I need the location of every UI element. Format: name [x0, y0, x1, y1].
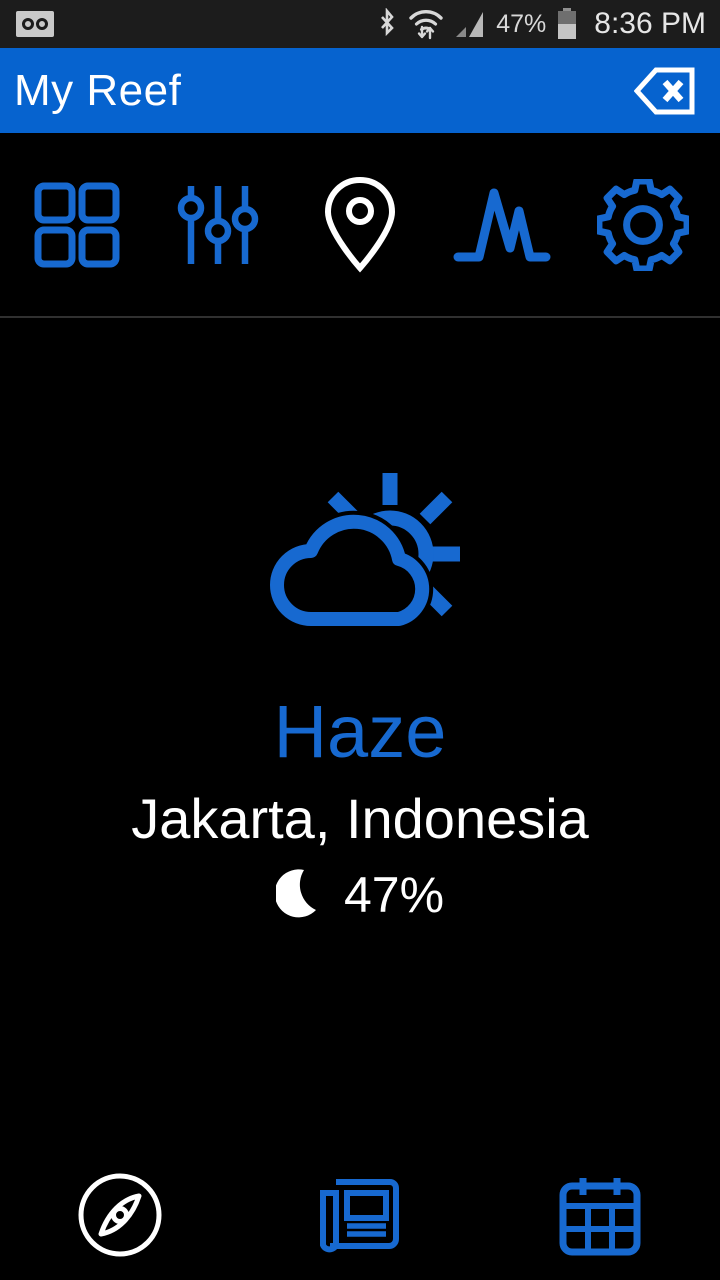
weather-location: Jakarta, Indonesia	[131, 787, 589, 850]
battery-icon	[558, 8, 577, 39]
app-bar: My Reef	[0, 48, 720, 133]
bottom-item-news[interactable]	[240, 1150, 480, 1280]
compass-icon	[78, 1173, 162, 1257]
section-toolbar	[0, 133, 720, 318]
weather-condition: Haze	[273, 690, 447, 773]
gear-icon	[597, 178, 690, 271]
bottom-item-explore[interactable]	[0, 1150, 240, 1280]
cellular-signal-icon	[456, 12, 484, 37]
map-pin-icon	[324, 176, 395, 273]
status-bar-right: 47% 8:36 PM	[376, 7, 706, 41]
weather-icon-container	[230, 458, 490, 643]
weather-panel: Haze Jakarta, Indonesia 47%	[0, 318, 720, 1150]
bluetooth-icon	[381, 8, 395, 37]
humidity-value: 47%	[343, 867, 445, 923]
backspace-close-icon	[634, 67, 695, 114]
app-root: 47% 8:36 PM My Reef Haze Jakarta, Indone…	[0, 0, 720, 1280]
toolbar-item-controls[interactable]	[148, 150, 290, 300]
status-bar-left	[16, 11, 54, 37]
voicemail-icon	[16, 11, 54, 37]
newspaper-icon	[320, 1179, 399, 1253]
backspace-close-button[interactable]	[628, 54, 702, 128]
humidity-row: 47%	[275, 867, 445, 923]
toolbar-item-graphs[interactable]	[431, 150, 573, 300]
crescent-moon-icon	[275, 869, 316, 918]
status-bar-clock: 8:36 PM	[594, 7, 706, 40]
toolbar-item-settings[interactable]	[572, 150, 714, 300]
calendar-icon	[559, 1178, 641, 1256]
bottom-navigation	[0, 1150, 720, 1280]
partly-cloudy-icon	[265, 472, 460, 630]
page-title: My Reef	[14, 65, 182, 115]
wifi-transfer-icon	[409, 10, 443, 40]
battery-percent-label: 47%	[496, 9, 547, 38]
bottom-item-calendar[interactable]	[480, 1150, 720, 1280]
toolbar-item-location[interactable]	[289, 150, 431, 300]
toolbar-item-dashboard-grid[interactable]	[6, 150, 148, 300]
sliders-icon	[178, 185, 259, 264]
status-bar: 47% 8:36 PM	[0, 0, 720, 48]
grid-icon	[34, 182, 120, 267]
peaks-chart-icon	[453, 188, 551, 261]
